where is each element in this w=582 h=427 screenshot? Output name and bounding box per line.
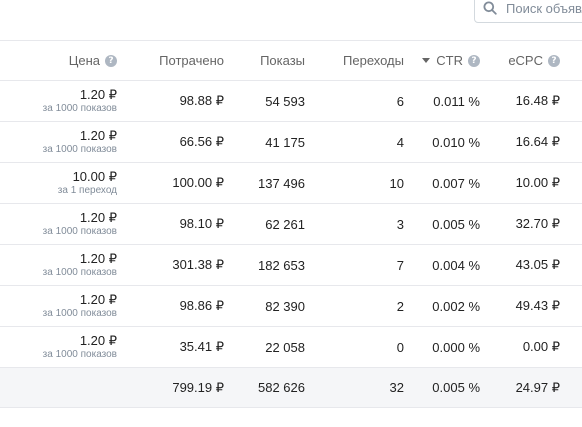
table-header: Цена ? Потрачено Показы Переходы CTR ? e… <box>0 40 582 81</box>
shows-cell: 82 390 <box>265 298 305 314</box>
price-cell: 1.20 ₽ за 1000 показов <box>0 81 117 121</box>
ctr-cell: 0.010 % <box>432 134 480 150</box>
shows-cell: 54 593 <box>265 93 305 109</box>
ctr-cell: 0.011 % <box>433 93 480 109</box>
header-ecpc[interactable]: eCPC ? <box>480 41 560 80</box>
total-shows: 582 626 <box>258 380 305 395</box>
shows-cell: 62 261 <box>265 216 305 232</box>
header-shows[interactable]: Показы <box>215 41 305 80</box>
shows-cell: 41 175 <box>265 134 305 150</box>
table-row[interactable]: 1.20 ₽ за 1000 показов 98.86 ₽ 82 390 2 … <box>0 286 582 327</box>
question-circle-icon[interactable]: ? <box>548 54 560 67</box>
ctr-cell: 0.002 % <box>432 298 480 314</box>
ecpc-cell: 16.48 ₽ <box>515 93 560 108</box>
ecpc-cell: 10.00 ₽ <box>515 175 560 190</box>
ctr-cell: 0.000 % <box>432 339 480 355</box>
price-value: 1.20 ₽ <box>79 128 117 143</box>
search-input[interactable]: Поиск объявл <box>474 0 582 23</box>
totals-row: 799.19 ₽ 582 626 32 0.005 % 24.97 ₽ <box>0 368 582 408</box>
price-note: за 1000 показов <box>42 144 117 155</box>
price-note: за 1 переход <box>57 185 117 196</box>
ecpc-cell: 0.00 ₽ <box>522 339 560 354</box>
table-row[interactable]: 1.20 ₽ за 1000 показов 66.56 ₽ 41 175 4 … <box>0 122 582 163</box>
header-price-label: Цена <box>68 53 100 68</box>
price-note: за 1000 показов <box>42 349 117 360</box>
price-cell: 1.20 ₽ за 1000 показов <box>0 327 117 367</box>
search-icon <box>483 1 497 15</box>
stats-table: Цена ? Потрачено Показы Переходы CTR ? e… <box>0 40 582 408</box>
spent-cell: 98.88 ₽ <box>179 93 224 108</box>
table-row[interactable]: 1.20 ₽ за 1000 показов 301.38 ₽ 182 653 … <box>0 245 582 286</box>
header-spent[interactable]: Потрачено <box>114 41 224 80</box>
price-value: 1.20 ₽ <box>79 87 117 102</box>
ctr-cell: 0.005 % <box>432 216 480 232</box>
ecpc-cell: 43.05 ₽ <box>515 257 560 272</box>
ctr-cell: 0.004 % <box>432 257 480 273</box>
price-value: 10.00 ₽ <box>72 169 117 184</box>
total-spent: 799.19 ₽ <box>172 379 224 395</box>
price-cell: 1.20 ₽ за 1000 показов <box>0 122 117 162</box>
price-value: 1.20 ₽ <box>79 333 117 348</box>
spent-cell: 35.41 ₽ <box>179 339 224 354</box>
spent-cell: 98.86 ₽ <box>179 298 224 313</box>
price-value: 1.20 ₽ <box>79 210 117 225</box>
shows-cell: 137 496 <box>258 175 305 191</box>
header-price[interactable]: Цена ? <box>0 41 117 80</box>
table-row[interactable]: 1.20 ₽ за 1000 показов 35.41 ₽ 22 058 0 … <box>0 327 582 368</box>
ctr-cell: 0.007 % <box>432 175 480 191</box>
table-row[interactable]: 1.20 ₽ за 1000 показов 98.10 ₽ 62 261 3 … <box>0 204 582 245</box>
price-note: за 1000 показов <box>42 226 117 237</box>
price-value: 1.20 ₽ <box>79 251 117 266</box>
table-row[interactable]: 10.00 ₽ за 1 переход 100.00 ₽ 137 496 10… <box>0 163 582 204</box>
header-ctr-label: CTR <box>436 53 463 68</box>
price-cell: 10.00 ₽ за 1 переход <box>0 163 117 203</box>
price-value: 1.20 ₽ <box>79 292 117 307</box>
total-ctr: 0.005 % <box>432 380 480 395</box>
sort-desc-icon <box>422 58 431 63</box>
shows-cell: 22 058 <box>265 339 305 355</box>
price-note: за 1000 показов <box>42 267 117 278</box>
ecpc-cell: 16.64 ₽ <box>515 134 560 149</box>
spent-cell: 66.56 ₽ <box>179 134 224 149</box>
ecpc-cell: 32.70 ₽ <box>515 216 560 231</box>
shows-cell: 182 653 <box>258 257 305 273</box>
price-note: за 1000 показов <box>42 103 117 114</box>
total-ecpc: 24.97 ₽ <box>515 379 560 395</box>
spent-cell: 98.10 ₽ <box>179 216 224 231</box>
ecpc-cell: 49.43 ₽ <box>515 298 560 313</box>
table-row[interactable]: 1.20 ₽ за 1000 показов 98.88 ₽ 54 593 6 … <box>0 81 582 122</box>
price-note: за 1000 показов <box>42 308 117 319</box>
price-cell: 1.20 ₽ за 1000 показов <box>0 245 117 285</box>
spent-cell: 100.00 ₽ <box>172 175 224 190</box>
price-cell: 1.20 ₽ за 1000 показов <box>0 286 117 326</box>
question-circle-icon[interactable]: ? <box>468 54 480 67</box>
search-placeholder: Поиск объявл <box>506 0 582 16</box>
price-cell: 1.20 ₽ за 1000 показов <box>0 204 117 244</box>
header-ecpc-label: eCPC <box>508 53 543 68</box>
spent-cell: 301.38 ₽ <box>172 257 224 272</box>
header-ctr[interactable]: CTR ? <box>390 41 480 80</box>
